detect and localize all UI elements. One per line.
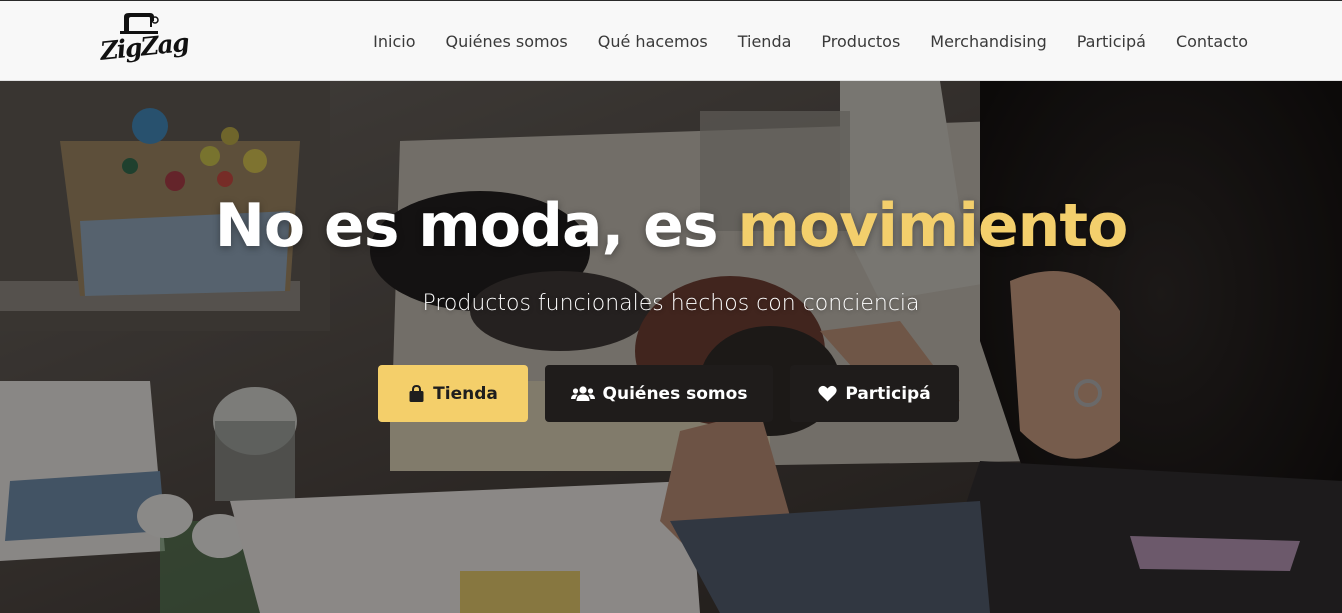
logo-text: ZigZag	[98, 27, 190, 66]
nav-productos[interactable]: Productos	[821, 32, 900, 51]
hero-overlay	[0, 81, 1342, 613]
nav-tienda[interactable]: Tienda	[738, 32, 792, 51]
main-nav: Inicio Quiénes somos Qué hacemos Tienda …	[373, 1, 1248, 81]
nav-contacto[interactable]: Contacto	[1176, 32, 1248, 51]
nav-participa[interactable]: Participá	[1077, 32, 1146, 51]
hero-subtitle: Productos funcionales hechos con concien…	[422, 291, 920, 316]
hero-section: No es moda, es movimiento Productos func…	[0, 81, 1342, 613]
tienda-button-label: Tienda	[433, 383, 498, 404]
hero-cta-row: Tienda Quiénes somos Participá	[378, 365, 959, 422]
tienda-button[interactable]: Tienda	[378, 365, 528, 422]
users-icon	[570, 386, 595, 401]
participa-button[interactable]: Participá	[790, 365, 959, 422]
quienes-somos-button[interactable]: Quiénes somos	[545, 365, 773, 422]
nav-inicio[interactable]: Inicio	[373, 32, 415, 51]
quienes-somos-button-label: Quiénes somos	[602, 383, 748, 404]
hero-title: No es moda, es movimiento	[0, 191, 1342, 261]
nav-quienes-somos[interactable]: Quiénes somos	[446, 32, 568, 51]
hero-title-accent: movimiento	[737, 191, 1128, 261]
shopping-bag-icon	[409, 384, 424, 402]
nav-merchandising[interactable]: Merchandising	[930, 32, 1046, 51]
site-header: ZigZag Inicio Quiénes somos Qué hacemos …	[0, 0, 1342, 81]
participa-button-label: Participá	[845, 383, 931, 404]
zigzag-logo[interactable]: ZigZag	[98, 11, 190, 73]
hero-title-main: No es moda, es	[214, 191, 738, 261]
heart-icon	[818, 385, 837, 402]
nav-que-hacemos[interactable]: Qué hacemos	[598, 32, 708, 51]
